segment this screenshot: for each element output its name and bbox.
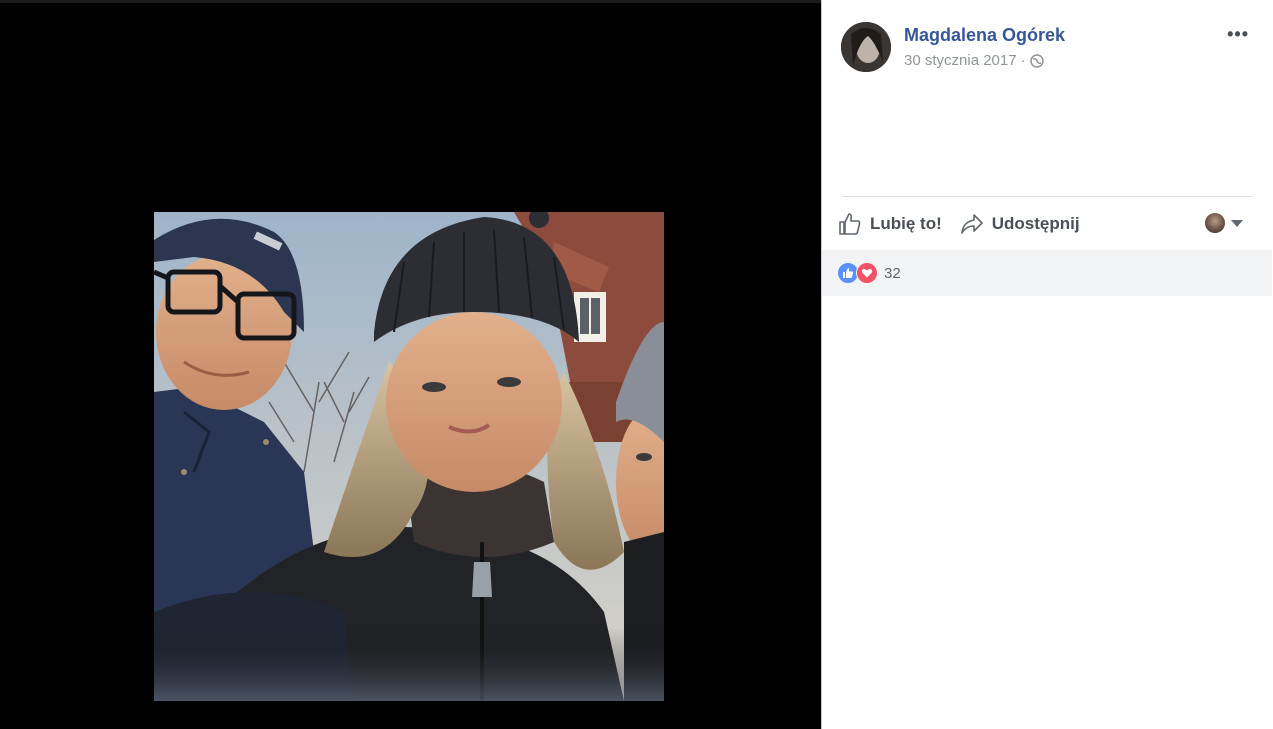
reaction-icons bbox=[837, 262, 878, 284]
love-icon bbox=[856, 262, 878, 284]
action-bar: Lubię to! Udostępnij bbox=[838, 207, 1098, 241]
more-options-button[interactable]: ••• bbox=[1227, 24, 1249, 45]
post-date[interactable]: 30 stycznia 2017 bbox=[904, 52, 1017, 69]
share-arrow-icon bbox=[960, 212, 984, 236]
author-avatar[interactable] bbox=[841, 22, 891, 72]
avatar-image bbox=[841, 22, 891, 72]
divider bbox=[842, 196, 1252, 197]
user-avatar bbox=[1205, 213, 1225, 233]
reaction-count[interactable]: 32 bbox=[884, 265, 901, 282]
thumbs-up-icon bbox=[838, 212, 862, 236]
viewer-top-bar bbox=[0, 0, 821, 3]
like-button[interactable]: Lubię to! bbox=[838, 212, 942, 236]
author-name-link[interactable]: Magdalena Ogórek bbox=[904, 25, 1065, 46]
post-meta: 30 stycznia 2017 · bbox=[904, 52, 1044, 69]
reaction-identity-selector[interactable] bbox=[1205, 213, 1243, 233]
photo-image bbox=[154, 212, 664, 701]
share-label: Udostępnij bbox=[991, 214, 1080, 233]
reactions-bar[interactable]: 32 bbox=[822, 250, 1272, 296]
chevron-down-icon bbox=[1231, 219, 1243, 227]
globe-icon[interactable] bbox=[1029, 53, 1044, 68]
photo-viewer bbox=[0, 0, 821, 729]
post-panel: Magdalena Ogórek 30 stycznia 2017 · ••• … bbox=[821, 0, 1273, 729]
share-button[interactable]: Udostępnij bbox=[960, 212, 1080, 236]
post-photo[interactable] bbox=[154, 212, 664, 701]
like-label: Lubię to! bbox=[870, 214, 942, 233]
meta-separator: · bbox=[1020, 52, 1026, 69]
